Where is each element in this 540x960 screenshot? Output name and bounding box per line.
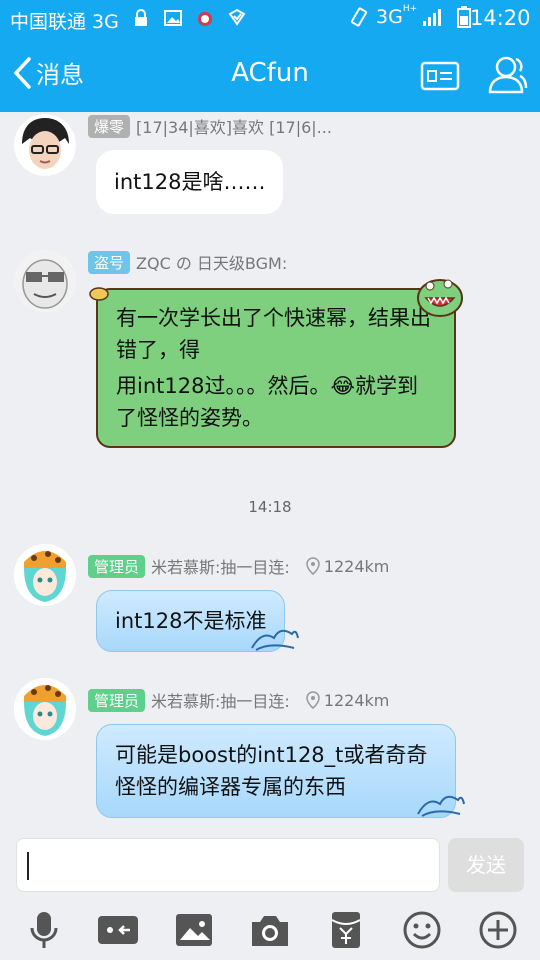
avatar[interactable]	[14, 678, 76, 740]
sender-meta: 爆零 [17|34|喜欢]喜欢 [17|6|...	[88, 114, 332, 138]
rank-badge: 盗号	[88, 250, 131, 274]
sender-meta: 管理员 米若慕斯:抽一目连: 1224km	[88, 688, 389, 712]
camera-icon[interactable]	[248, 908, 292, 952]
picture-icon[interactable]	[172, 908, 216, 952]
microphone-icon[interactable]	[22, 908, 66, 952]
vibrate-icon	[350, 7, 368, 27]
sender-name: ZQC の 日天级BGM:	[136, 254, 288, 273]
lock-icon	[135, 9, 147, 26]
location-pin-icon	[306, 691, 320, 709]
wave-decoration	[417, 795, 465, 817]
status-bar: 中国联通 3G 3G H+ 14:20	[0, 0, 540, 38]
chat-header: 消息 ACfun	[0, 38, 540, 112]
alarm-icon	[198, 12, 212, 26]
plus-icon[interactable]	[476, 908, 520, 952]
group-members-icon[interactable]	[486, 54, 528, 94]
chevron-left-icon	[14, 56, 31, 89]
composer-toolbar	[0, 908, 540, 952]
battery-icon	[456, 6, 471, 28]
message-input[interactable]	[16, 838, 440, 892]
sender-name: 米若慕斯:抽一目连:	[151, 692, 290, 711]
sender-name: [17|34|喜欢]喜欢 [17|6|...	[136, 118, 332, 137]
message-bubble[interactable]: 可能是boost的int128_t或者奇奇怪怪的编译器专属的东西	[96, 724, 456, 818]
carrier-label: 中国联通 3G	[10, 11, 119, 33]
message-bubble[interactable]: 有一次学长出了个快速幂，结果出错了，得 用int128过。。。然后。😂就学到了怪…	[96, 288, 456, 448]
timestamp: 14:18	[248, 498, 292, 516]
emoji-icon[interactable]	[400, 908, 444, 952]
text-caret	[27, 852, 29, 880]
message-text-line: 用int128过。。。然后。😂就学到了怪怪的姿势。	[116, 374, 419, 430]
avatar[interactable]	[14, 250, 76, 312]
message-bubble[interactable]: int128是啥……	[96, 150, 284, 214]
avatar[interactable]	[14, 114, 76, 176]
back-button[interactable]: 消息	[12, 55, 84, 90]
signal-icon	[422, 9, 441, 26]
sender-name: 米若慕斯:抽一目连:	[151, 558, 290, 577]
rank-badge: 管理员	[88, 688, 146, 712]
send-button[interactable]: 发送	[448, 838, 524, 892]
rank-badge: 爆零	[88, 114, 131, 138]
rank-badge: 管理员	[88, 554, 146, 578]
wave-decoration	[251, 629, 299, 651]
notification-icon	[228, 8, 246, 26]
bubble-corner-decoration	[89, 287, 109, 301]
message-text-line: 有一次学长出了个快速幂，结果出错了，得	[116, 306, 431, 362]
red-packet-icon[interactable]	[324, 908, 368, 952]
clock: 14:20	[470, 6, 531, 30]
profile-card-icon[interactable]	[420, 61, 460, 91]
chat-area[interactable]: 爆零 [17|34|喜欢]喜欢 [17|6|... int128是啥…… 盗号 …	[0, 112, 540, 828]
image-icon	[164, 10, 182, 26]
composer-bar: 发送	[0, 828, 540, 960]
distance-label: 1224km	[323, 690, 390, 710]
video-call-icon[interactable]	[96, 908, 140, 952]
back-label: 消息	[36, 61, 84, 89]
location-pin-icon	[306, 557, 320, 575]
monster-sticker-icon	[417, 279, 463, 317]
network-type: 3G H+	[376, 4, 418, 28]
laugh-cry-emoji: 😂	[330, 374, 356, 398]
avatar[interactable]	[14, 544, 76, 606]
distance-label: 1224km	[323, 556, 390, 576]
sender-meta: 管理员 米若慕斯:抽一目连: 1224km	[88, 554, 389, 578]
sender-meta: 盗号 ZQC の 日天级BGM:	[88, 250, 287, 274]
